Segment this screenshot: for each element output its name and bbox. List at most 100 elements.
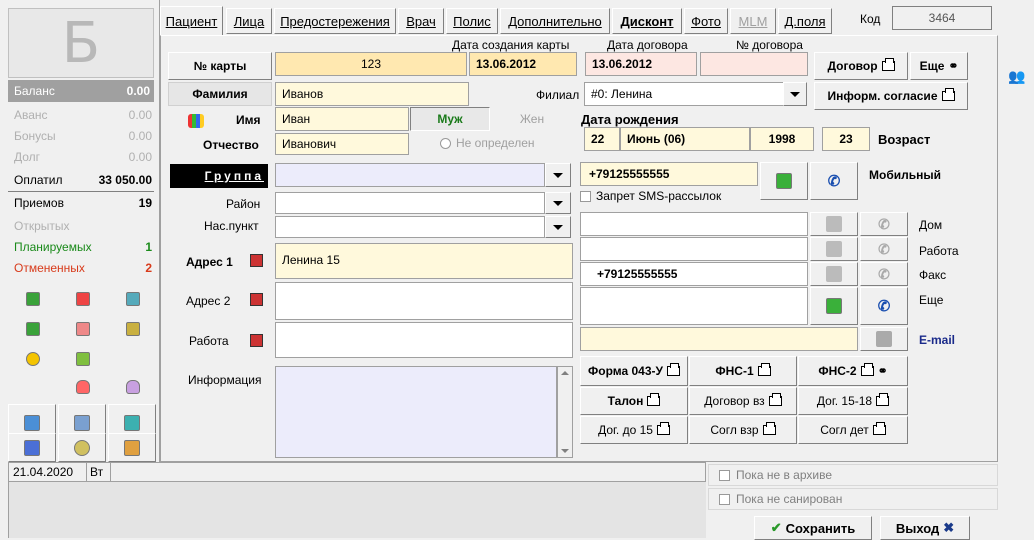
tab-policy[interactable]: Полис (446, 8, 498, 34)
work-address-field[interactable] (275, 322, 573, 358)
sanitized-checkbox[interactable]: Пока не санирован (708, 488, 998, 510)
branch-select[interactable]: #0: Ленина (584, 82, 784, 106)
tab-warnings[interactable]: Предостережения (274, 8, 396, 34)
more-button[interactable]: Еще ⚭ (910, 52, 968, 80)
address1-map-icon[interactable] (250, 254, 263, 267)
print-form-043-button[interactable]: Форма 043-У (580, 356, 688, 386)
tab-doctor[interactable]: Врач (398, 8, 444, 34)
print-adult-contract-button[interactable]: Договор вз (689, 387, 797, 415)
name-field[interactable]: Иван (275, 107, 409, 131)
sidebar-btn-5[interactable] (58, 433, 106, 462)
document-icon[interactable] (126, 292, 140, 306)
consent-button[interactable]: Информ. согласие (814, 82, 968, 110)
scroll-down-icon[interactable] (561, 449, 569, 453)
print-contract-15-18-label: Дог. 15-18 (816, 394, 873, 408)
sidebar-btn-6[interactable] (108, 433, 156, 462)
advance-row: Аванс 0.00 (14, 108, 152, 122)
mobile-sms-button[interactable] (760, 162, 808, 200)
locality-select[interactable] (275, 216, 545, 238)
tab-discount[interactable]: Дисконт (612, 8, 682, 34)
tooth-chart-icon[interactable] (26, 322, 40, 336)
patronymic-field[interactable]: Иванович (275, 133, 409, 155)
fax-field[interactable]: +79125555555 (580, 262, 808, 286)
info-scrollbar[interactable] (557, 366, 573, 458)
patient-photo[interactable]: Б (8, 8, 154, 78)
extra-sms-button[interactable] (810, 287, 858, 325)
surname-field[interactable]: Иванов (275, 82, 469, 106)
exit-button[interactable]: Выход ✖ (880, 516, 970, 540)
tooth-purple-icon[interactable] (126, 380, 140, 394)
plus-icon[interactable] (76, 352, 90, 366)
print-fns1-button[interactable]: ФНС-1 (689, 356, 797, 386)
exit-button-label: Выход (895, 520, 940, 536)
cancelled-row[interactable]: Отмененных 2 (14, 261, 152, 275)
contract-number-field[interactable] (700, 52, 808, 76)
archive-checkbox[interactable]: Пока не в архиве (708, 464, 998, 486)
home-call-button[interactable]: ✆ (860, 212, 908, 236)
home-sms-button[interactable] (810, 212, 858, 236)
print-fns2-button[interactable]: ФНС-2 ⚭ (798, 356, 908, 386)
print-contract-15-18-button[interactable]: Дог. 15-18 (798, 387, 908, 415)
created-date-field[interactable]: 13.06.2012 (469, 52, 577, 76)
district-select[interactable] (275, 192, 545, 214)
fax-label: Факс (919, 268, 947, 282)
planned-row[interactable]: Планируемых 1 (14, 240, 152, 254)
tab-persons[interactable]: Лица (226, 8, 272, 34)
sidebar-btn-4[interactable] (8, 433, 56, 462)
work-call-button[interactable]: ✆ (860, 237, 908, 261)
address1-field[interactable]: Ленина 15 (275, 243, 573, 279)
save-button[interactable]: ✔ Сохранить (754, 516, 872, 540)
address2-map-icon[interactable] (250, 293, 263, 306)
email-send-button[interactable] (860, 327, 908, 351)
group-label-box[interactable]: Группа (170, 164, 268, 188)
home-phone-field[interactable] (580, 212, 808, 236)
birth-day-field[interactable]: 22 (584, 127, 620, 151)
work-sms-button[interactable] (810, 237, 858, 261)
address2-field[interactable] (275, 282, 573, 320)
male-toggle[interactable]: Муж (410, 107, 490, 131)
chart-icon[interactable] (26, 292, 40, 306)
extra-phone-field[interactable] (580, 287, 808, 325)
work-map-icon[interactable] (250, 334, 263, 347)
card-number-button[interactable]: № карты (168, 52, 272, 80)
group-select[interactable] (275, 163, 545, 187)
tab-extra-fields[interactable]: Д.поля (778, 8, 832, 34)
tab-patient[interactable]: Пациент (160, 6, 223, 36)
gender-undefined-radio[interactable]: Не определен (440, 136, 535, 150)
work-phone-field[interactable] (580, 237, 808, 261)
tab-additional[interactable]: Дополнительно (500, 8, 610, 34)
mobile-phone-field[interactable]: +79125555555 (580, 162, 758, 186)
scroll-up-icon[interactable] (561, 371, 569, 375)
print-adult-consent-button[interactable]: Согл взр (689, 416, 797, 444)
extra-call-button[interactable]: ✆ (860, 287, 908, 325)
birth-month-field[interactable]: Июнь (06) (620, 127, 750, 151)
print-contract-under-15-button[interactable]: Дог. до 15 (580, 416, 688, 444)
tab-photo[interactable]: Фото (684, 8, 728, 34)
coin-icon[interactable] (26, 352, 40, 366)
mobile-call-button[interactable]: ✆ (810, 162, 858, 200)
calendar-icon[interactable] (126, 322, 140, 336)
info-textarea[interactable] (275, 366, 557, 458)
print-ticket-button[interactable]: Талон (580, 387, 688, 415)
email-field[interactable] (580, 327, 858, 351)
users-icon[interactable]: 👥 (1008, 68, 1025, 85)
card-number-field[interactable]: 123 (275, 52, 467, 76)
report-icon[interactable] (76, 322, 90, 336)
fax-sms-button[interactable] (810, 262, 858, 286)
tooth-red-icon[interactable] (76, 380, 90, 394)
female-toggle[interactable]: Жен (492, 107, 572, 131)
sms-ban-checkbox[interactable]: Запрет SMS-рассылок (580, 189, 721, 203)
district-dropdown-button[interactable] (545, 192, 571, 214)
contract-date-field[interactable]: 13.06.2012 (585, 52, 697, 76)
branch-dropdown-button[interactable] (783, 82, 807, 106)
contract-button[interactable]: Договор (814, 52, 908, 80)
edit-icon[interactable] (76, 292, 90, 306)
fax-call-button[interactable]: ✆ (860, 262, 908, 286)
radio-icon (440, 137, 451, 149)
group-dropdown-button[interactable] (545, 163, 571, 187)
print-child-consent-button[interactable]: Согл дет (798, 416, 908, 444)
sms-icon (826, 241, 842, 257)
locality-dropdown-button[interactable] (545, 216, 571, 238)
tab-mlm[interactable]: MLM (730, 8, 776, 34)
birth-year-field[interactable]: 1998 (750, 127, 814, 151)
